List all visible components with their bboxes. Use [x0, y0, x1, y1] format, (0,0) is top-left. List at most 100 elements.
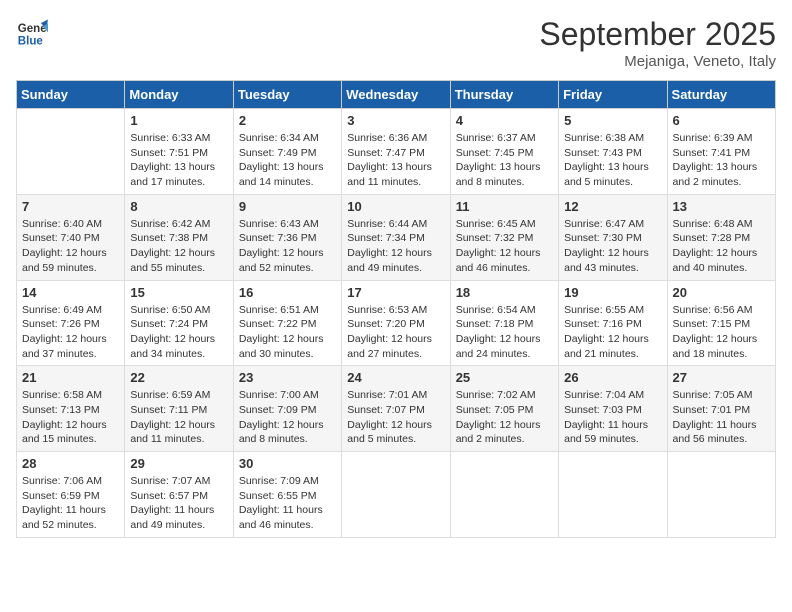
calendar-cell: 30 Sunrise: 7:09 AMSunset: 6:55 PMDayligh…: [233, 452, 341, 538]
day-number: 22: [130, 370, 227, 385]
day-number: 10: [347, 199, 444, 214]
cell-info: Sunrise: 7:06 AMSunset: 6:59 PMDaylight:…: [22, 474, 119, 533]
calendar-cell: 19 Sunrise: 6:55 AMSunset: 7:16 PMDayligh…: [559, 280, 667, 366]
calendar-table: SundayMondayTuesdayWednesdayThursdayFrid…: [16, 80, 776, 538]
cell-info: Sunrise: 6:34 AMSunset: 7:49 PMDaylight:…: [239, 131, 336, 190]
calendar-cell: [559, 452, 667, 538]
day-number: 24: [347, 370, 444, 385]
day-number: 5: [564, 113, 661, 128]
logo: General Blue: [16, 16, 48, 48]
week-row-2: 7 Sunrise: 6:40 AMSunset: 7:40 PMDaylight…: [17, 194, 776, 280]
col-header-tuesday: Tuesday: [233, 81, 341, 109]
calendar-cell: 24 Sunrise: 7:01 AMSunset: 7:07 PMDayligh…: [342, 366, 450, 452]
day-number: 4: [456, 113, 553, 128]
logo-icon: General Blue: [16, 16, 48, 48]
calendar-cell: 21 Sunrise: 6:58 AMSunset: 7:13 PMDayligh…: [17, 366, 125, 452]
cell-info: Sunrise: 6:53 AMSunset: 7:20 PMDaylight:…: [347, 303, 444, 362]
cell-info: Sunrise: 6:38 AMSunset: 7:43 PMDaylight:…: [564, 131, 661, 190]
cell-info: Sunrise: 6:59 AMSunset: 7:11 PMDaylight:…: [130, 388, 227, 447]
page-header: General Blue September 2025 Mejaniga, Ve…: [16, 16, 776, 70]
cell-info: Sunrise: 7:02 AMSunset: 7:05 PMDaylight:…: [456, 388, 553, 447]
week-row-5: 28Sunrise: 7:06 AMSunset: 6:59 PMDayligh…: [17, 452, 776, 538]
day-number: 6: [673, 113, 770, 128]
day-number: 19: [564, 285, 661, 300]
day-number: 7: [22, 199, 119, 214]
day-number: 1: [130, 113, 227, 128]
calendar-cell: 6 Sunrise: 6:39 AMSunset: 7:41 PMDaylight…: [667, 109, 775, 195]
cell-info: Sunrise: 6:58 AMSunset: 7:13 PMDaylight:…: [22, 388, 119, 447]
day-number: 21: [22, 370, 119, 385]
calendar-cell: 22 Sunrise: 6:59 AMSunset: 7:11 PMDayligh…: [125, 366, 233, 452]
cell-info: Sunrise: 6:56 AMSunset: 7:15 PMDaylight:…: [673, 303, 770, 362]
calendar-cell: 15 Sunrise: 6:50 AMSunset: 7:24 PMDayligh…: [125, 280, 233, 366]
cell-info: Sunrise: 6:36 AMSunset: 7:47 PMDaylight:…: [347, 131, 444, 190]
cell-info: Sunrise: 7:07 AMSunset: 6:57 PMDaylight:…: [130, 474, 227, 533]
col-header-thursday: Thursday: [450, 81, 558, 109]
calendar-cell: 2Sunrise: 6:34 AMSunset: 7:49 PMDaylight…: [233, 109, 341, 195]
calendar-cell: 27Sunrise: 7:05 AMSunset: 7:01 PMDayligh…: [667, 366, 775, 452]
cell-info: Sunrise: 6:43 AMSunset: 7:36 PMDaylight:…: [239, 217, 336, 276]
cell-info: Sunrise: 6:45 AMSunset: 7:32 PMDaylight:…: [456, 217, 553, 276]
cell-info: Sunrise: 7:09 AMSunset: 6:55 PMDaylight:…: [239, 474, 336, 533]
calendar-cell: [450, 452, 558, 538]
day-number: 18: [456, 285, 553, 300]
calendar-cell: 7 Sunrise: 6:40 AMSunset: 7:40 PMDaylight…: [17, 194, 125, 280]
cell-info: Sunrise: 6:33 AMSunset: 7:51 PMDaylight:…: [130, 131, 227, 190]
calendar-cell: 18Sunrise: 6:54 AMSunset: 7:18 PMDayligh…: [450, 280, 558, 366]
day-number: 20: [673, 285, 770, 300]
week-row-1: 1 Sunrise: 6:33 AMSunset: 7:51 PMDaylight…: [17, 109, 776, 195]
calendar-cell: 3 Sunrise: 6:36 AMSunset: 7:47 PMDaylight…: [342, 109, 450, 195]
calendar-cell: 8Sunrise: 6:42 AMSunset: 7:38 PMDaylight…: [125, 194, 233, 280]
day-number: 9: [239, 199, 336, 214]
calendar-cell: 5 Sunrise: 6:38 AMSunset: 7:43 PMDaylight…: [559, 109, 667, 195]
col-header-sunday: Sunday: [17, 81, 125, 109]
cell-info: Sunrise: 6:51 AMSunset: 7:22 PMDaylight:…: [239, 303, 336, 362]
day-number: 27: [673, 370, 770, 385]
cell-info: Sunrise: 7:01 AMSunset: 7:07 PMDaylight:…: [347, 388, 444, 447]
cell-info: Sunrise: 7:04 AMSunset: 7:03 PMDaylight:…: [564, 388, 661, 447]
month-title: September 2025: [539, 16, 776, 53]
day-number: 14: [22, 285, 119, 300]
day-number: 30: [239, 456, 336, 471]
cell-info: Sunrise: 6:49 AMSunset: 7:26 PMDaylight:…: [22, 303, 119, 362]
day-number: 11: [456, 199, 553, 214]
calendar-cell: 11 Sunrise: 6:45 AMSunset: 7:32 PMDayligh…: [450, 194, 558, 280]
header-row: SundayMondayTuesdayWednesdayThursdayFrid…: [17, 81, 776, 109]
calendar-cell: 23Sunrise: 7:00 AMSunset: 7:09 PMDayligh…: [233, 366, 341, 452]
col-header-saturday: Saturday: [667, 81, 775, 109]
calendar-cell: 4 Sunrise: 6:37 AMSunset: 7:45 PMDaylight…: [450, 109, 558, 195]
calendar-cell: 16Sunrise: 6:51 AMSunset: 7:22 PMDayligh…: [233, 280, 341, 366]
week-row-3: 14 Sunrise: 6:49 AMSunset: 7:26 PMDayligh…: [17, 280, 776, 366]
cell-info: Sunrise: 6:50 AMSunset: 7:24 PMDaylight:…: [130, 303, 227, 362]
calendar-cell: [667, 452, 775, 538]
cell-info: Sunrise: 6:48 AMSunset: 7:28 PMDaylight:…: [673, 217, 770, 276]
cell-info: Sunrise: 6:55 AMSunset: 7:16 PMDaylight:…: [564, 303, 661, 362]
calendar-cell: 10 Sunrise: 6:44 AMSunset: 7:34 PMDayligh…: [342, 194, 450, 280]
calendar-cell: 12 Sunrise: 6:47 AMSunset: 7:30 PMDayligh…: [559, 194, 667, 280]
col-header-friday: Friday: [559, 81, 667, 109]
day-number: 29: [130, 456, 227, 471]
cell-info: Sunrise: 6:37 AMSunset: 7:45 PMDaylight:…: [456, 131, 553, 190]
day-number: 15: [130, 285, 227, 300]
day-number: 23: [239, 370, 336, 385]
col-header-monday: Monday: [125, 81, 233, 109]
col-header-wednesday: Wednesday: [342, 81, 450, 109]
week-row-4: 21 Sunrise: 6:58 AMSunset: 7:13 PMDayligh…: [17, 366, 776, 452]
calendar-cell: 26 Sunrise: 7:04 AMSunset: 7:03 PMDayligh…: [559, 366, 667, 452]
calendar-cell: 9 Sunrise: 6:43 AMSunset: 7:36 PMDaylight…: [233, 194, 341, 280]
calendar-cell: 1 Sunrise: 6:33 AMSunset: 7:51 PMDaylight…: [125, 109, 233, 195]
cell-info: Sunrise: 6:42 AMSunset: 7:38 PMDaylight:…: [130, 217, 227, 276]
cell-info: Sunrise: 6:44 AMSunset: 7:34 PMDaylight:…: [347, 217, 444, 276]
cell-info: Sunrise: 6:40 AMSunset: 7:40 PMDaylight:…: [22, 217, 119, 276]
calendar-cell: [342, 452, 450, 538]
cell-info: Sunrise: 6:47 AMSunset: 7:30 PMDaylight:…: [564, 217, 661, 276]
day-number: 25: [456, 370, 553, 385]
calendar-cell: 14 Sunrise: 6:49 AMSunset: 7:26 PMDayligh…: [17, 280, 125, 366]
calendar-cell: 17Sunrise: 6:53 AMSunset: 7:20 PMDayligh…: [342, 280, 450, 366]
calendar-cell: 20 Sunrise: 6:56 AMSunset: 7:15 PMDayligh…: [667, 280, 775, 366]
cell-info: Sunrise: 6:39 AMSunset: 7:41 PMDaylight:…: [673, 131, 770, 190]
day-number: 12: [564, 199, 661, 214]
day-number: 3: [347, 113, 444, 128]
day-number: 26: [564, 370, 661, 385]
location-subtitle: Mejaniga, Veneto, Italy: [539, 53, 776, 70]
